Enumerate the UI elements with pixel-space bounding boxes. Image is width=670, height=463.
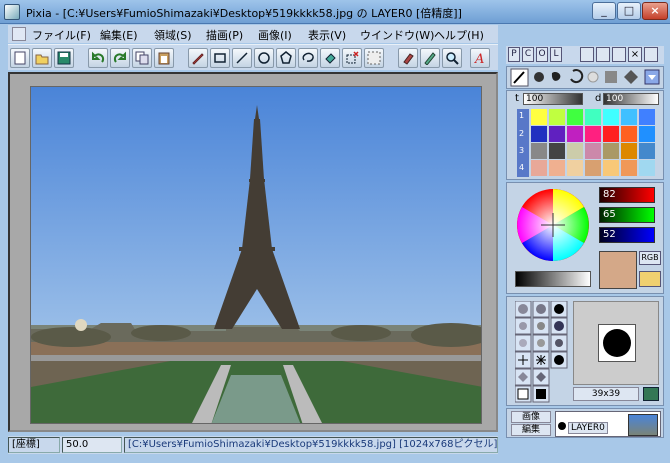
menu-image[interactable]: 画像(I) [258,27,292,43]
copy-icon[interactable] [132,48,152,68]
redo-icon[interactable] [110,48,130,68]
magic-wand-icon[interactable] [364,48,384,68]
zoom-level: 50.0 [62,437,122,453]
coord-label: [座標] [8,437,60,453]
rgb-mode-button[interactable]: RGB [639,251,661,265]
canvas-area[interactable] [8,72,498,432]
zoom-icon[interactable] [442,48,462,68]
swap-horizontal-icon[interactable] [580,47,594,62]
tab-l[interactable]: L [550,47,562,62]
close-palette-icon[interactable]: × [628,47,642,62]
text-icon[interactable]: A [470,48,490,68]
image-tab[interactable]: 画像 [511,411,551,423]
row-label-1[interactable]: 1 [519,111,524,120]
palette-tabs: P C O L × [506,46,664,64]
menu-view[interactable]: 表示(V) [308,27,346,43]
file-info: [C:¥Users¥FumioShimazaki¥Desktop¥519kkkk… [124,437,498,453]
paste-icon[interactable] [154,48,174,68]
new-icon[interactable] [10,48,30,68]
menu-draw[interactable]: 描画(P) [206,27,243,43]
tab-p[interactable]: P [508,47,520,62]
menu-select[interactable]: 領域(S) [154,27,192,43]
app-window: Pixia - [C:¥Users¥FumioShimazaki¥Desktop… [0,0,670,463]
brush-preview [573,301,659,385]
layer-thumbnail [628,414,658,436]
undo-icon[interactable] [88,48,108,68]
svg-text:A: A [474,52,484,65]
eiffel-tower-photo[interactable] [30,86,482,424]
d-label: d [595,93,602,104]
line-icon[interactable] [232,48,252,68]
color-palette-panel: t 100 d 100 1 2 3 4 [506,90,664,180]
close-button[interactable]: × [642,2,668,20]
maximize-button[interactable]: □ [617,2,641,20]
polygon-icon[interactable] [276,48,296,68]
select-delete-icon[interactable] [342,48,362,68]
collapse-icon[interactable] [612,47,626,62]
pen-icon[interactable] [511,69,528,86]
folder-icon[interactable] [639,271,661,287]
toolbar: A [8,44,498,70]
row-label-2[interactable]: 2 [519,129,524,138]
menu-bar: ファイル(F) 編集(E) 領域(S) 描画(P) 画像(I) 表示(V) ウイ… [8,25,498,43]
ellipse-icon[interactable] [254,48,274,68]
menu-edit[interactable]: 編集(E) [100,27,138,43]
doc-menu-icon[interactable] [12,27,26,41]
green-slider[interactable]: 65 [599,207,655,223]
tab-c[interactable]: C [522,47,534,62]
color-mixer-panel: 82 65 52 RGB [506,182,664,294]
status-bar: [座標] 50.0 [C:¥Users¥FumioShimazaki¥Deskt… [8,436,498,454]
tab-o[interactable]: O [536,47,548,62]
layer-item[interactable]: LAYER0 [555,411,661,437]
app-icon[interactable] [4,4,20,20]
density-slider[interactable]: 100 [603,93,659,105]
brush-options-icon[interactable] [643,387,659,401]
pen-tool-icon[interactable] [188,48,208,68]
save-icon[interactable] [54,48,74,68]
current-color-swatch[interactable] [599,251,637,289]
brush-panel: 39x39 [506,296,664,406]
t-label: t [515,93,519,104]
row-label-3[interactable]: 3 [519,146,524,155]
brush-icon[interactable] [398,48,418,68]
brush-shapes-grid[interactable] [515,301,569,403]
window-title: Pixia - [C:¥Users¥FumioShimazaki¥Desktop… [26,7,462,20]
transparency-slider[interactable]: 100 [523,93,583,105]
menu-window[interactable]: ウインドウ(W) [360,27,434,43]
pen-panel [506,66,664,89]
red-slider[interactable]: 82 [599,187,655,203]
color-swatch-grid[interactable] [531,109,661,179]
brush-size: 39x39 [573,387,639,401]
row-label-4[interactable]: 4 [519,163,524,172]
arrows-icon[interactable] [644,47,658,62]
layer-name: LAYER0 [568,422,608,434]
title-bar[interactable]: Pixia - [C:¥Users¥FumioShimazaki¥Desktop… [0,0,670,24]
fill-icon[interactable] [320,48,340,68]
lasso-icon[interactable] [298,48,318,68]
pencil-icon[interactable] [420,48,440,68]
minimize-button[interactable]: _ [592,2,616,20]
visibility-icon[interactable] [558,422,566,430]
blue-slider[interactable]: 52 [599,227,655,243]
menu-help[interactable]: ヘルプ(H) [434,27,484,43]
brightness-slider[interactable] [515,271,591,287]
menu-file[interactable]: ファイル(F) [32,27,91,43]
rect-icon[interactable] [210,48,230,68]
expand-icon[interactable] [596,47,610,62]
color-wheel[interactable] [515,187,591,263]
edit-tab[interactable]: 編集 [511,424,551,436]
open-icon[interactable] [32,48,52,68]
layer-panel: 画像 編集 LAYER0 [506,408,664,438]
